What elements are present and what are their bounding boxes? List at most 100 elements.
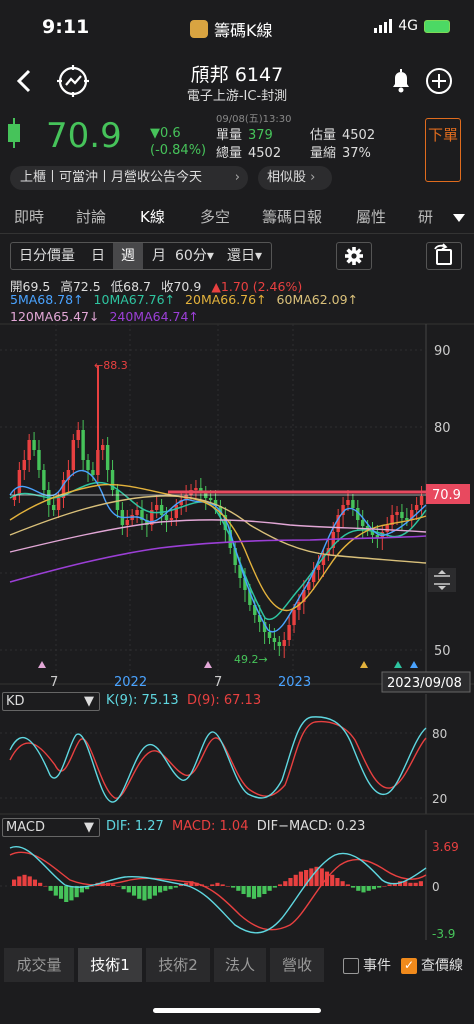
- macd-bar: [158, 886, 163, 893]
- ma60-label: 60MA62.09↑: [276, 292, 359, 307]
- kline-chart[interactable]: 90 80 50 70.9 ←88.3 49.2→ 7 2022 7 2023 …: [0, 320, 474, 944]
- price-line-checkbox[interactable]: ✓: [401, 958, 417, 974]
- kd-panel: 80 20: [0, 694, 474, 815]
- ma10-label: 10MA67.76↑: [93, 292, 176, 307]
- low-marker: 49.2→: [234, 653, 268, 666]
- candle-body: [267, 632, 272, 638]
- kd-d-value: D(9): 67.13: [186, 693, 262, 708]
- gear-icon[interactable]: [336, 242, 372, 270]
- candle-body: [32, 440, 36, 450]
- tab-attributes[interactable]: 屬性: [356, 206, 386, 227]
- tab-discussion[interactable]: 討論: [76, 206, 106, 227]
- macd-tick-max: 3.69: [432, 840, 459, 854]
- event-marker[interactable]: [38, 661, 46, 668]
- period-day[interactable]: 日: [91, 243, 105, 269]
- macd-bar: [48, 886, 53, 891]
- order-button[interactable]: 下單: [425, 118, 461, 182]
- macd-bar: [251, 886, 257, 899]
- event-marker[interactable]: [360, 661, 368, 668]
- event-marker[interactable]: [204, 661, 212, 668]
- chart-controls: 日分價量 日 週 月 60分▾ 還日▾: [0, 242, 474, 272]
- candle-body: [360, 520, 365, 526]
- period-selector: 日分價量 日 週 月 60分▾ 還日▾: [10, 242, 272, 270]
- mini-candle-icon: [7, 118, 21, 148]
- tab-revenue[interactable]: 營收: [270, 948, 324, 982]
- macd-bar: [277, 884, 283, 886]
- macd-bar: [137, 886, 142, 899]
- event-checkbox[interactable]: [343, 958, 359, 974]
- tab-kline[interactable]: K線: [140, 206, 165, 227]
- period-week[interactable]: 週: [113, 243, 143, 269]
- price-tick-50: 50: [434, 644, 451, 659]
- macd-bar: [126, 886, 131, 893]
- macd-bar: [262, 886, 267, 894]
- ma20-line: [9, 483, 427, 612]
- high-marker: ←88.3: [94, 359, 128, 372]
- total-volume: 總量 4502: [216, 146, 282, 161]
- indicator-selector-kd[interactable]: KD ▼: [2, 692, 100, 711]
- tab-realtime[interactable]: 即時: [14, 206, 44, 227]
- event-marker[interactable]: [394, 661, 402, 668]
- volume-ratio: 量縮 37%: [310, 146, 371, 161]
- tab-bull-bear[interactable]: 多空: [200, 206, 230, 227]
- period-60min[interactable]: 60分▾: [175, 243, 214, 269]
- tab-institutional[interactable]: 法人: [214, 948, 266, 982]
- macd-osc-value: DIF−MACD: 0.23: [256, 819, 366, 834]
- stock-info-line[interactable]: 上櫃丨可當沖丨月營收公告今天 ›: [10, 166, 248, 190]
- candle-body: [17, 470, 22, 495]
- macd-bar: [345, 884, 350, 886]
- plus-icon[interactable]: [424, 66, 454, 96]
- macd-bar: [340, 881, 345, 886]
- event-marker[interactable]: [410, 661, 418, 668]
- macd-bar: [111, 884, 116, 886]
- similar-stocks-button[interactable]: 相似股 ›: [258, 166, 332, 190]
- price-change: ▼0.6: [150, 126, 181, 141]
- candle-body: [154, 505, 159, 510]
- macd-bar: [22, 874, 27, 886]
- date-label: 2022: [114, 675, 147, 690]
- candle-body: [159, 505, 164, 515]
- candle-body: [71, 440, 76, 470]
- period-intraday[interactable]: 日分價量: [19, 243, 75, 269]
- candle-body: [56, 498, 61, 510]
- app-logo-icon: [190, 20, 208, 38]
- status-time: 9:11: [42, 16, 90, 38]
- indicator-selector-macd[interactable]: MACD ▼: [2, 818, 100, 837]
- macd-bar: [241, 886, 246, 894]
- candle-body: [346, 500, 350, 505]
- rotate-screen-icon[interactable]: [426, 242, 462, 270]
- tab-chip-report[interactable]: 籌碼日報: [262, 206, 322, 227]
- macd-bar: [366, 886, 371, 891]
- event-checkbox-label: 事件: [363, 958, 391, 974]
- last-price-tag-label: 70.9: [432, 488, 461, 503]
- macd-tick-zero: 0: [432, 880, 440, 894]
- macd-bar: [330, 874, 335, 886]
- candle-body: [194, 488, 198, 490]
- period-adjust[interactable]: 還日▾: [227, 243, 262, 269]
- macd-bar: [147, 886, 152, 899]
- candle-body: [169, 518, 174, 520]
- candle-body: [115, 490, 120, 510]
- tab-tech2[interactable]: 技術2: [146, 948, 210, 982]
- period-month[interactable]: 月: [152, 243, 166, 269]
- macd-bar: [210, 884, 215, 886]
- scale-handle-icon[interactable]: [428, 568, 456, 592]
- ma-row-1: 5MA68.78↑ 10MA67.76↑ 20MA66.76↑ 60MA62.0…: [10, 292, 364, 307]
- tab-tech1[interactable]: 技術1: [78, 948, 142, 982]
- price-change-pct: (-0.84%): [150, 143, 207, 158]
- tab-bar: 即時 討論 K線 多空 籌碼日報 屬性 研: [0, 200, 474, 234]
- status-indicators: 4G: [374, 18, 450, 34]
- triangle-down-icon[interactable]: [452, 208, 466, 222]
- macd-bar: [298, 871, 304, 886]
- candle-body: [277, 642, 282, 646]
- bell-icon[interactable]: [386, 66, 416, 96]
- candle-body: [414, 505, 419, 510]
- macd-bar: [288, 878, 293, 886]
- candle-body: [86, 460, 90, 470]
- tab-research[interactable]: 研: [418, 206, 433, 227]
- tab-volume[interactable]: 成交量: [4, 948, 74, 982]
- macd-bar: [225, 886, 230, 887]
- estimated-volume: 估量 4502: [310, 128, 376, 143]
- home-indicator: [153, 1008, 321, 1013]
- macd-bar: [43, 886, 48, 887]
